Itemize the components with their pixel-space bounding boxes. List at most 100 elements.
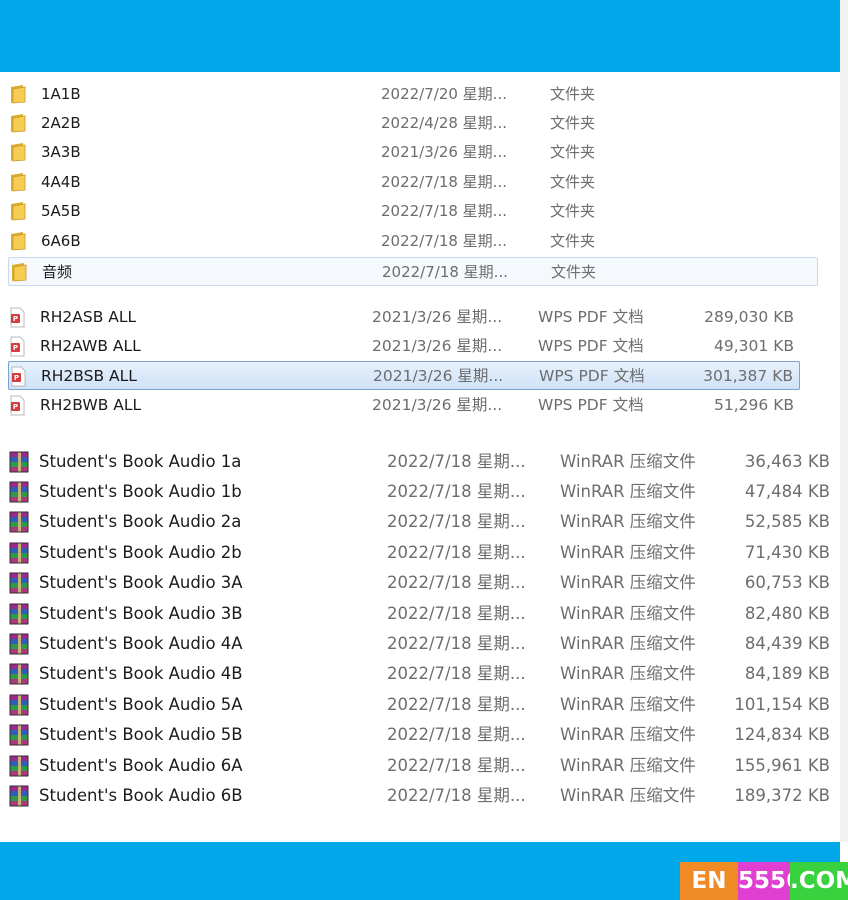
folder-icon (8, 142, 27, 166)
pdf-file-icon: P (8, 336, 26, 361)
archive-file-row[interactable]: Student's Book Audio 1a 2022/7/18 星期... … (8, 447, 834, 477)
top-banner (0, 0, 840, 72)
modified-date: 2022/7/18 星期... (387, 543, 526, 562)
file-name: Student's Book Audio 2b (39, 543, 242, 562)
file-type: WinRAR 压缩文件 (560, 786, 696, 805)
folder-row[interactable]: 6A6B 2022/7/18 星期... 文件夹 (8, 227, 818, 256)
archive-file-row[interactable]: Student's Book Audio 5B 2022/7/18 星期... … (8, 720, 834, 750)
file-name: 5A5B (41, 202, 81, 220)
file-name: 1A1B (41, 85, 81, 103)
pdf-file-row[interactable]: P RH2BSB ALL 2021/3/26 星期... WPS PDF 文档 … (8, 361, 800, 390)
file-name: 音频 (42, 263, 73, 281)
pdf-file-row[interactable]: P RH2AWB ALL 2021/3/26 星期... WPS PDF 文档 … (8, 332, 800, 361)
file-size: 301,387 KB (703, 367, 793, 385)
file-size: 60,753 KB (744, 573, 830, 592)
modified-date: 2021/3/26 星期... (381, 143, 507, 161)
modified-date: 2021/3/26 星期... (373, 367, 504, 385)
archive-file-row[interactable]: Student's Book Audio 6B 2022/7/18 星期... … (8, 781, 834, 811)
winrar-archive-icon (8, 694, 32, 720)
archive-file-row[interactable]: Student's Book Audio 5A 2022/7/18 星期... … (8, 690, 834, 720)
file-type: WinRAR 压缩文件 (560, 634, 696, 653)
file-name: RH2BSB ALL (41, 367, 137, 385)
file-size: 84,439 KB (744, 634, 830, 653)
modified-date: 2022/7/18 星期... (382, 263, 508, 281)
window-edge (840, 0, 848, 842)
file-list: 1A1B 2022/7/20 星期... 文件夹 2A2B 2022/4/28 … (0, 72, 840, 842)
pdf-file-row[interactable]: P RH2BWB ALL 2021/3/26 星期... WPS PDF 文档 … (8, 391, 800, 420)
file-type: WinRAR 压缩文件 (560, 664, 696, 683)
file-name: 6A6B (41, 232, 81, 250)
modified-date: 2021/3/26 星期... (372, 396, 503, 414)
archive-file-row[interactable]: Student's Book Audio 6A 2022/7/18 星期... … (8, 751, 834, 781)
archive-file-row[interactable]: Student's Book Audio 2b 2022/7/18 星期... … (8, 538, 834, 568)
winrar-archive-icon (8, 451, 32, 477)
file-type: WPS PDF 文档 (538, 337, 644, 355)
file-type: 文件夹 (550, 143, 596, 161)
modified-date: 2022/7/18 星期... (387, 604, 526, 623)
file-name: 2A2B (41, 114, 81, 132)
file-type: WPS PDF 文档 (538, 396, 644, 414)
modified-date: 2022/7/18 星期... (387, 664, 526, 683)
modified-date: 2022/7/18 星期... (381, 232, 507, 250)
modified-date: 2022/7/18 星期... (387, 725, 526, 744)
watermark-part-number: 5556 (738, 862, 802, 900)
file-type: WinRAR 压缩文件 (560, 452, 696, 471)
folder-row[interactable]: 2A2B 2022/4/28 星期... 文件夹 (8, 109, 818, 138)
folder-row[interactable]: 5A5B 2022/7/18 星期... 文件夹 (8, 197, 818, 226)
file-name: 4A4B (41, 173, 81, 191)
archive-file-row[interactable]: Student's Book Audio 3A 2022/7/18 星期... … (8, 568, 834, 598)
modified-date: 2022/7/18 星期... (381, 202, 507, 220)
file-type: WinRAR 压缩文件 (560, 604, 696, 623)
watermark-part-en: EN (680, 862, 738, 900)
modified-date: 2022/7/18 星期... (387, 786, 526, 805)
file-name: Student's Book Audio 5A (39, 695, 243, 714)
modified-date: 2022/7/18 星期... (387, 573, 526, 592)
winrar-archive-icon (8, 481, 32, 507)
winrar-archive-icon (8, 542, 32, 568)
archive-file-row[interactable]: Student's Book Audio 2a 2022/7/18 星期... … (8, 507, 834, 537)
modified-date: 2022/7/18 星期... (387, 695, 526, 714)
pdf-file-row[interactable]: P RH2ASB ALL 2021/3/26 星期... WPS PDF 文档 … (8, 303, 800, 332)
site-watermark-logo: EN 5556 .COM (680, 862, 848, 900)
pdf-file-icon: P (9, 366, 27, 391)
file-size: 71,430 KB (744, 543, 830, 562)
svg-text:P: P (14, 374, 19, 382)
watermark-part-com: .COM (790, 862, 848, 900)
pdf-file-icon: P (8, 307, 26, 332)
pdf-file-icon: P (8, 395, 26, 420)
svg-text:P: P (13, 344, 18, 352)
file-type: WinRAR 压缩文件 (560, 512, 696, 531)
file-type: WinRAR 压缩文件 (560, 573, 696, 592)
winrar-archive-icon (8, 572, 32, 598)
folder-icon (8, 172, 27, 196)
archive-file-row[interactable]: Student's Book Audio 1b 2022/7/18 星期... … (8, 477, 834, 507)
archive-file-row[interactable]: Student's Book Audio 3B 2022/7/18 星期... … (8, 599, 834, 629)
file-type: WinRAR 压缩文件 (560, 756, 696, 775)
archive-file-row[interactable]: Student's Book Audio 4A 2022/7/18 星期... … (8, 629, 834, 659)
folder-row[interactable]: 4A4B 2022/7/18 星期... 文件夹 (8, 168, 818, 197)
folder-row[interactable]: 音频 2022/7/18 星期... 文件夹 (8, 257, 818, 286)
file-type: 文件夹 (550, 202, 596, 220)
file-type: 文件夹 (550, 85, 596, 103)
modified-date: 2022/7/18 星期... (387, 634, 526, 653)
folder-row[interactable]: 3A3B 2021/3/26 星期... 文件夹 (8, 138, 818, 167)
file-name: Student's Book Audio 4B (39, 664, 243, 683)
file-size: 49,301 KB (714, 337, 794, 355)
file-name: Student's Book Audio 5B (39, 725, 243, 744)
modified-date: 2021/3/26 星期... (372, 308, 503, 326)
file-name: Student's Book Audio 2a (39, 512, 242, 531)
file-name: Student's Book Audio 6B (39, 786, 243, 805)
file-name: 3A3B (41, 143, 81, 161)
modified-date: 2021/3/26 星期... (372, 337, 503, 355)
file-size: 289,030 KB (704, 308, 794, 326)
folder-icon (9, 262, 28, 286)
file-type: WinRAR 压缩文件 (560, 725, 696, 744)
folder-icon (8, 201, 27, 225)
folder-icon (8, 84, 27, 108)
file-name: Student's Book Audio 3A (39, 573, 243, 592)
file-size: 155,961 KB (734, 756, 830, 775)
archive-file-row[interactable]: Student's Book Audio 4B 2022/7/18 星期... … (8, 659, 834, 689)
modified-date: 2022/7/18 星期... (387, 452, 526, 471)
modified-date: 2022/7/18 星期... (387, 512, 526, 531)
folder-row[interactable]: 1A1B 2022/7/20 星期... 文件夹 (8, 80, 818, 109)
